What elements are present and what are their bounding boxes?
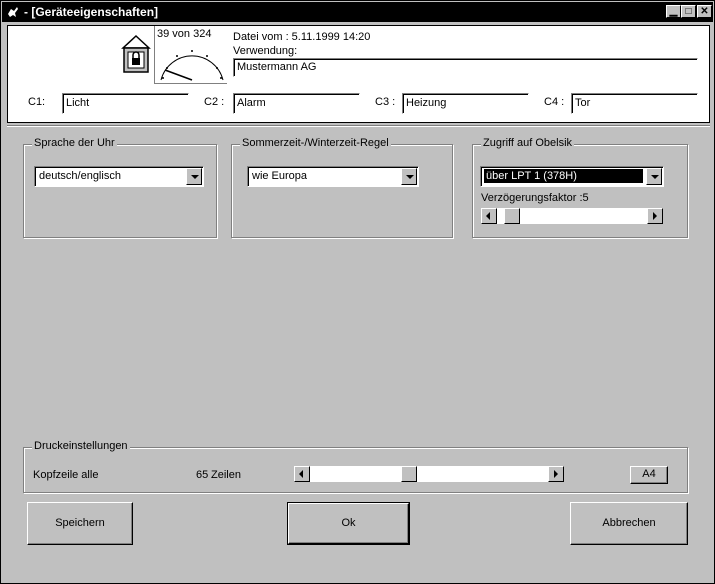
title-bar[interactable]: - [Geräteeigenschaften] ▁ □ ✕ bbox=[2, 2, 713, 22]
header-separator bbox=[7, 125, 710, 127]
chevron-down-icon[interactable] bbox=[646, 168, 662, 185]
app-icon bbox=[8, 7, 18, 17]
c3-field[interactable]: Heizung bbox=[402, 93, 529, 114]
c1-label: C1: bbox=[28, 96, 46, 108]
window-title: - [Geräteeigenschaften] bbox=[24, 5, 159, 19]
delay-factor-slider[interactable] bbox=[481, 208, 663, 224]
slider-thumb[interactable] bbox=[504, 208, 520, 224]
scroll-right-icon[interactable] bbox=[647, 208, 663, 224]
obelisk-access-value: über LPT 1 (378H) bbox=[484, 169, 643, 183]
clock-gauge-icon bbox=[160, 50, 224, 81]
ok-button[interactable]: Ok bbox=[287, 502, 410, 545]
chevron-down-icon[interactable] bbox=[401, 168, 417, 185]
c2-field[interactable]: Alarm bbox=[233, 93, 360, 114]
c2-label: C2 : bbox=[204, 96, 225, 108]
close-button[interactable]: ✕ bbox=[697, 5, 712, 18]
file-date-label: Datei vom : 5.11.1999 14:20 bbox=[233, 31, 371, 43]
delay-factor-label: Verzögerungsfaktor :5 bbox=[481, 192, 589, 204]
dst-rule-legend: Sommerzeit-/Winterzeit-Regel bbox=[240, 137, 391, 149]
slider-thumb[interactable] bbox=[401, 466, 417, 482]
maximize-button[interactable]: □ bbox=[681, 5, 696, 18]
usage-field[interactable]: Mustermann AG bbox=[233, 58, 698, 77]
cancel-button[interactable]: Abbrechen bbox=[570, 502, 688, 545]
device-header: 39 von 324 Datei vom : 5.11.1999 14:20 V… bbox=[7, 25, 710, 123]
c4-field[interactable]: Tor bbox=[571, 93, 698, 114]
lantern-icon bbox=[121, 34, 151, 73]
record-counter: 39 von 324 bbox=[157, 28, 212, 40]
clock-language-value: deutsch/englisch bbox=[39, 170, 121, 182]
c3-label: C3 : bbox=[375, 96, 396, 108]
scroll-left-icon[interactable] bbox=[481, 208, 497, 224]
minimize-button[interactable]: ▁ bbox=[666, 5, 681, 18]
clock-language-select[interactable]: deutsch/englisch bbox=[34, 166, 204, 187]
usage-label: Verwendung: bbox=[233, 45, 298, 57]
header-every-label: Kopfzeile alle bbox=[33, 469, 99, 481]
save-button[interactable]: Speichern bbox=[27, 502, 133, 545]
lines-value: 65 bbox=[196, 469, 209, 481]
obelisk-access-group: Zugriff auf Obelsik über LPT 1 (378H) Ve… bbox=[472, 137, 688, 238]
obelisk-access-legend: Zugriff auf Obelsik bbox=[481, 137, 575, 149]
lines-unit: Zeilen bbox=[211, 469, 241, 481]
c4-label: C4 : bbox=[544, 96, 565, 108]
clock-language-group: Sprache der Uhr deutsch/englisch bbox=[23, 137, 217, 238]
scroll-right-icon[interactable] bbox=[548, 466, 564, 482]
clock-language-legend: Sprache der Uhr bbox=[32, 137, 117, 149]
dst-rule-group: Sommerzeit-/Winterzeit-Regel wie Europa bbox=[231, 137, 453, 238]
lines-slider[interactable] bbox=[294, 466, 564, 482]
scroll-left-icon[interactable] bbox=[294, 466, 310, 482]
clock-panel: 39 von 324 bbox=[154, 26, 227, 84]
obelisk-access-select[interactable]: über LPT 1 (378H) bbox=[480, 166, 664, 187]
dst-rule-select[interactable]: wie Europa bbox=[247, 166, 419, 187]
print-settings-legend: Druckeinstellungen bbox=[32, 440, 130, 452]
print-settings-group: Druckeinstellungen Kopfzeile alle 65 Zei… bbox=[23, 440, 688, 493]
properties-window: - [Geräteeigenschaften] ▁ □ ✕ 39 von 324… bbox=[0, 0, 715, 584]
paper-format-button[interactable]: A4 bbox=[630, 466, 668, 484]
dst-rule-value: wie Europa bbox=[252, 170, 308, 182]
chevron-down-icon[interactable] bbox=[186, 168, 202, 185]
c1-field[interactable]: Licht bbox=[62, 93, 189, 114]
